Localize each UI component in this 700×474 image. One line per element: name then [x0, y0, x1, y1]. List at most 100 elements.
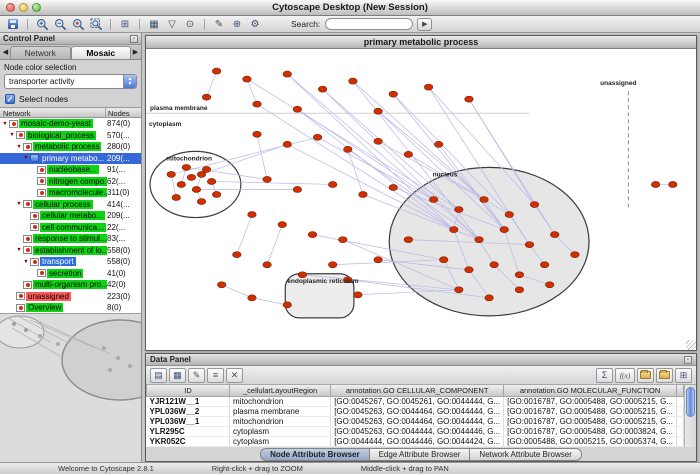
table-row[interactable]: YJR121W__1mitochondrion[GO:0045267, GO:0… — [147, 396, 684, 406]
network-node[interactable] — [515, 272, 523, 278]
search-go-button[interactable]: ▶ — [417, 18, 432, 31]
network-node[interactable] — [212, 68, 220, 74]
network-node[interactable] — [187, 174, 195, 180]
new-attribute-button[interactable]: ▦ — [169, 368, 186, 383]
table-cell[interactable]: YLR295C — [147, 426, 230, 436]
network-node[interactable] — [283, 302, 291, 308]
network-node[interactable] — [328, 181, 336, 187]
network-node[interactable] — [545, 282, 553, 288]
resize-grip-icon[interactable] — [686, 340, 696, 350]
network-node[interactable] — [475, 237, 483, 243]
expander-icon[interactable]: ▼ — [1, 121, 9, 127]
network-node[interactable] — [424, 84, 432, 90]
matrix-button[interactable]: ⊞ — [675, 368, 692, 383]
tree-row[interactable]: unassigned 223(0) — [0, 291, 141, 303]
table-cell[interactable]: YPL036W__2 — [147, 406, 230, 416]
network-node[interactable] — [248, 295, 256, 301]
network-node[interactable] — [404, 151, 412, 157]
network-edge[interactable] — [237, 215, 252, 255]
select-attributes-button[interactable]: ▤ — [150, 368, 167, 383]
tree-row[interactable]: secretion 41(0) — [0, 268, 141, 280]
network-node[interactable] — [243, 76, 251, 82]
tree-row[interactable]: ▼ biological_process 570(... — [0, 130, 141, 142]
column-header[interactable]: ID — [147, 385, 230, 396]
copy-attribute-button[interactable]: ≡ — [207, 368, 224, 383]
sum-button[interactable]: Σ — [596, 368, 613, 383]
network-node[interactable] — [651, 181, 659, 187]
network-node[interactable] — [404, 237, 412, 243]
network-node[interactable] — [349, 78, 357, 84]
table-cell[interactable]: YPL036W__1 — [147, 416, 230, 426]
network-node[interactable] — [283, 71, 291, 77]
scrollbar-thumb[interactable] — [686, 387, 695, 417]
vizmapper-button[interactable]: ▦ — [146, 17, 162, 31]
network-node[interactable] — [233, 252, 241, 258]
table-row[interactable]: YLR295Ccytoplasm[GO:0045263, GO:0044444,… — [147, 426, 684, 436]
network-node[interactable] — [530, 202, 538, 208]
table-cell[interactable]: YJR121W__1 — [147, 396, 230, 406]
close-window-icon[interactable] — [6, 3, 15, 12]
tree-row[interactable]: ▼ establishment of lo... 558(0) — [0, 245, 141, 257]
network-node[interactable] — [525, 242, 533, 248]
network-node[interactable] — [389, 91, 397, 97]
network-node[interactable] — [278, 222, 286, 228]
network-node[interactable] — [374, 108, 382, 114]
delete-attribute-button[interactable]: ✕ — [226, 368, 243, 383]
network-node[interactable] — [202, 166, 210, 172]
expander-icon[interactable]: ▼ — [8, 132, 16, 138]
network-node[interactable] — [207, 178, 215, 184]
network-node[interactable] — [283, 141, 291, 147]
network-node[interactable] — [550, 232, 558, 238]
tree-column-nodes[interactable]: Nodes — [106, 108, 141, 117]
plugins-button[interactable]: ⚙ — [247, 17, 263, 31]
table-cell[interactable]: [GO:0016787, GO:0005488, GO:0003824, G..… — [504, 426, 677, 436]
tree-row[interactable]: nitrogen compo... 62(... — [0, 176, 141, 188]
network-node[interactable] — [465, 267, 473, 273]
tab-network[interactable]: Network — [10, 46, 71, 59]
network-node[interactable] — [318, 86, 326, 92]
network-node[interactable] — [293, 186, 301, 192]
table-cell[interactable]: [GO:0016787, GO:0005488, GO:0005215, G..… — [504, 406, 677, 416]
network-overview-button[interactable]: ⊞ — [117, 17, 133, 31]
expander-icon[interactable]: ▼ — [22, 155, 30, 161]
tree-row[interactable]: ▼ transport 558(0) — [0, 256, 141, 268]
network-node[interactable] — [359, 191, 367, 197]
network-node[interactable] — [212, 191, 220, 197]
network-node[interactable] — [328, 262, 336, 268]
table-cell[interactable]: cytoplasm — [230, 436, 331, 446]
tab-node-attribute-browser[interactable]: Node Attribute Browser — [260, 448, 370, 461]
tree-row[interactable]: ▼ metabolic process 280(0) — [0, 141, 141, 153]
network-node[interactable] — [253, 101, 261, 107]
network-node[interactable] — [217, 282, 225, 288]
tree-row[interactable]: multi-organism pro... 42(0) — [0, 279, 141, 291]
table-cell[interactable]: [GO:0016787, GO:0005488, GO:0005215, G..… — [504, 396, 677, 406]
network-node[interactable] — [263, 262, 271, 268]
network-node[interactable] — [354, 292, 362, 298]
network-node[interactable] — [429, 196, 437, 202]
table-row[interactable]: YKR052Ccytoplasm[GO:0044444, GO:0044446,… — [147, 436, 684, 446]
network-node[interactable] — [490, 262, 498, 268]
zoom-out-button[interactable] — [52, 17, 68, 31]
network-node[interactable] — [515, 287, 523, 293]
ontology-button[interactable]: ⊕ — [229, 17, 245, 31]
expander-icon[interactable]: ▼ — [15, 201, 23, 207]
table-cell[interactable]: [GO:0044444, GO:0044446, GO:0044424, G..… — [331, 436, 504, 446]
float-data-panel-icon[interactable]: ▫ — [684, 356, 692, 364]
open-folder-button[interactable] — [637, 368, 654, 383]
network-node[interactable] — [500, 227, 508, 233]
select-nodes-row[interactable]: ✓ Select nodes — [0, 91, 141, 107]
table-cell[interactable]: mitochondrion — [230, 396, 331, 406]
network-node[interactable] — [485, 295, 493, 301]
expander-icon[interactable]: ▼ — [15, 247, 23, 253]
network-node[interactable] — [434, 141, 442, 147]
float-panel-icon[interactable]: ▫ — [130, 35, 138, 43]
column-header[interactable]: annotation.GO MOLECULAR_FUNCTION — [504, 385, 677, 396]
filter-button[interactable]: ▽ — [164, 17, 180, 31]
tree-row[interactable]: ▼ cellular process 414(... — [0, 199, 141, 211]
network-node[interactable] — [669, 181, 677, 187]
network-node[interactable] — [293, 106, 301, 112]
network-node[interactable] — [465, 96, 473, 102]
expander-icon[interactable]: ▼ — [15, 144, 23, 150]
table-cell[interactable]: cytoplasm — [230, 426, 331, 436]
node-color-select[interactable]: transporter activity ▲▼ — [4, 74, 137, 89]
